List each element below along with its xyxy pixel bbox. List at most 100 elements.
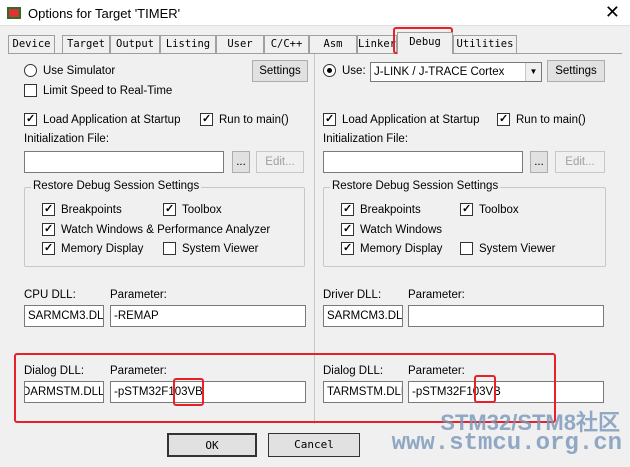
checkbox-icon[interactable] [24, 84, 37, 97]
title-bar: Options for Target 'TIMER' ✕ [0, 0, 630, 26]
toolbox-checkbox[interactable]: Toolbox [163, 203, 222, 216]
checkbox-checked-icon[interactable] [341, 242, 354, 255]
run-to-main-checkbox[interactable]: Run to main() [200, 113, 289, 126]
radio-selected-icon[interactable] [323, 64, 336, 77]
watch-windows-checkbox[interactable]: Watch Windows & Performance Analyzer [42, 223, 270, 236]
watch-windows-label: Watch Windows [360, 223, 443, 236]
system-viewer-checkbox[interactable]: System Viewer [460, 242, 555, 255]
init-file-input[interactable] [323, 151, 523, 173]
driver-dll-input[interactable]: SARMCM3.DLL [323, 305, 403, 327]
chevron-down-icon[interactable]: ▼ [525, 63, 541, 81]
init-file-browse-button[interactable]: ... [232, 151, 250, 173]
tab-user[interactable]: User [216, 35, 264, 53]
use-simulator-label: Use Simulator [43, 64, 116, 77]
run-to-main-label: Run to main() [219, 113, 289, 126]
checkbox-checked-icon[interactable] [323, 113, 336, 126]
checkbox-checked-icon[interactable] [163, 203, 176, 216]
limit-speed-checkbox[interactable]: Limit Speed to Real-Time [24, 84, 172, 97]
system-viewer-label: System Viewer [479, 242, 556, 255]
use-simulator-radio[interactable]: Use Simulator [24, 64, 115, 77]
memory-display-checkbox[interactable]: Memory Display [42, 242, 143, 255]
checkbox-checked-icon[interactable] [42, 242, 55, 255]
tab-asm[interactable]: Asm [309, 35, 357, 53]
memory-display-label: Memory Display [61, 242, 144, 255]
checkbox-checked-icon[interactable] [200, 113, 213, 126]
tab-debug[interactable]: Debug [397, 32, 453, 54]
debugger-select[interactable]: J-LINK / J-TRACE Cortex ▼ [370, 62, 542, 82]
tab-device[interactable]: Device [8, 35, 55, 53]
dialog-param-label: Parameter: [408, 365, 465, 377]
watch-windows-checkbox[interactable]: Watch Windows [341, 223, 442, 236]
cancel-button[interactable]: Cancel [268, 433, 360, 457]
load-app-checkbox[interactable]: Load Application at Startup [24, 113, 180, 126]
load-app-checkbox[interactable]: Load Application at Startup [323, 113, 479, 126]
simulator-panel: Use Simulator Settings Limit Speed to Re… [16, 54, 314, 424]
dialog-dll-label: Dialog DLL: [323, 365, 384, 377]
toolbox-label: Toolbox [182, 203, 222, 216]
run-to-main-label: Run to main() [516, 113, 586, 126]
cpu-dll-label: CPU DLL: [24, 289, 76, 301]
watch-windows-label: Watch Windows & Performance Analyzer [61, 223, 271, 236]
driver-param-input[interactable] [408, 305, 604, 327]
cpu-param-label: Parameter: [110, 289, 167, 301]
load-app-label: Load Application at Startup [342, 113, 480, 126]
debugger-panel: Use: J-LINK / J-TRACE Cortex ▼ Settings … [314, 54, 620, 424]
load-app-label: Load Application at Startup [43, 113, 181, 126]
tab-output[interactable]: Output [110, 35, 160, 53]
dialog-param-input[interactable]: -pSTM32F103VB [110, 381, 306, 403]
simulator-settings-button[interactable]: Settings [252, 60, 308, 82]
use-debugger-radio[interactable]: Use: [323, 64, 366, 77]
keil-app-icon [7, 7, 21, 19]
dialog-dll-input[interactable]: DARMSTM.DLL [24, 381, 104, 403]
close-icon[interactable]: ✕ [605, 2, 620, 22]
cpu-dll-input[interactable]: SARMCM3.DLL [24, 305, 104, 327]
limit-speed-label: Limit Speed to Real-Time [43, 84, 173, 97]
tab-c-cpp[interactable]: C/C++ [264, 35, 309, 53]
checkbox-checked-icon[interactable] [42, 203, 55, 216]
debugger-settings-button[interactable]: Settings [547, 60, 605, 82]
checkbox-checked-icon[interactable] [42, 223, 55, 236]
use-label: Use: [342, 64, 366, 77]
init-file-input[interactable] [24, 151, 224, 173]
checkbox-icon[interactable] [460, 242, 473, 255]
init-file-edit-button[interactable]: Edit... [555, 151, 605, 173]
restore-settings-title: Restore Debug Session Settings [31, 180, 202, 192]
driver-dll-label: Driver DLL: [323, 289, 382, 301]
tab-target[interactable]: Target [62, 35, 110, 53]
dialog-dll-input[interactable]: TARMSTM.DLL [323, 381, 403, 403]
checkbox-checked-icon[interactable] [341, 223, 354, 236]
driver-param-label: Parameter: [408, 289, 465, 301]
tab-linker[interactable]: Linker [357, 35, 397, 53]
watermark-line2: www.stmcu.org.cn [391, 430, 622, 457]
init-file-browse-button[interactable]: ... [530, 151, 548, 173]
restore-settings-title: Restore Debug Session Settings [330, 180, 501, 192]
restore-settings-group: Restore Debug Session Settings Breakpoin… [24, 180, 305, 267]
dialog-param-input[interactable]: -pSTM32F103VB [408, 381, 604, 403]
init-file-label: Initialization File: [323, 133, 409, 145]
checkbox-checked-icon[interactable] [341, 203, 354, 216]
breakpoints-label: Breakpoints [61, 203, 122, 216]
checkbox-checked-icon[interactable] [497, 113, 510, 126]
system-viewer-label: System Viewer [182, 242, 259, 255]
toolbox-label: Toolbox [479, 203, 519, 216]
cpu-param-input[interactable]: -REMAP [110, 305, 306, 327]
tab-utilities[interactable]: Utilities [453, 35, 517, 53]
radio-icon[interactable] [24, 64, 37, 77]
tab-listing[interactable]: Listing [160, 35, 216, 53]
checkbox-checked-icon[interactable] [24, 113, 37, 126]
run-to-main-checkbox[interactable]: Run to main() [497, 113, 586, 126]
breakpoints-checkbox[interactable]: Breakpoints [42, 203, 122, 216]
system-viewer-checkbox[interactable]: System Viewer [163, 242, 258, 255]
debugger-select-value: J-LINK / J-TRACE Cortex [374, 66, 505, 78]
checkbox-checked-icon[interactable] [460, 203, 473, 216]
restore-settings-group: Restore Debug Session Settings Breakpoin… [323, 180, 606, 267]
toolbox-checkbox[interactable]: Toolbox [460, 203, 519, 216]
ok-button[interactable]: OK [167, 433, 257, 457]
window-title: Options for Target 'TIMER' [28, 6, 181, 21]
breakpoints-checkbox[interactable]: Breakpoints [341, 203, 421, 216]
dialog-param-label: Parameter: [110, 365, 167, 377]
breakpoints-label: Breakpoints [360, 203, 421, 216]
checkbox-icon[interactable] [163, 242, 176, 255]
init-file-edit-button[interactable]: Edit... [256, 151, 304, 173]
memory-display-checkbox[interactable]: Memory Display [341, 242, 442, 255]
